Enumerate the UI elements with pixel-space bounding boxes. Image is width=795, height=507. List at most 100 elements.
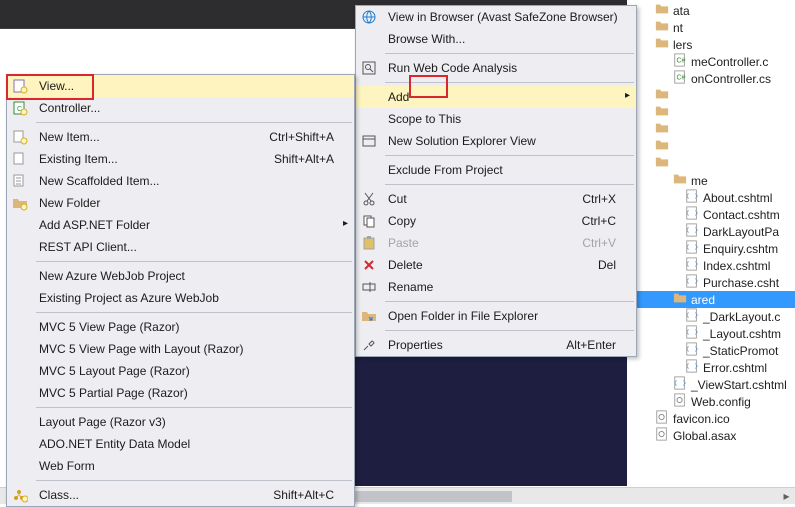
folder-icon (655, 2, 669, 19)
explorer-item[interactable]: About.cshtml (627, 189, 795, 206)
explorer-item[interactable]: _ViewStart.cshtml (627, 376, 795, 393)
folder-icon (655, 138, 669, 155)
menu-item-label: New Scaffolded Item... (39, 174, 334, 188)
menu-item-existing-project-as-azure-webjob[interactable]: Existing Project as Azure WebJob (7, 287, 354, 309)
explorer-item[interactable]: me (627, 172, 795, 189)
explorer-item-label: DarkLayoutPa (703, 225, 779, 239)
html-icon (673, 376, 687, 393)
explorer-item[interactable]: Index.cshtml (627, 257, 795, 274)
menu-item-new-solution-explorer-view[interactable]: New Solution Explorer View (356, 130, 636, 152)
menu-item-label: Controller... (39, 101, 334, 115)
explorer-item-label: onController.cs (691, 72, 771, 86)
menu-item-delete[interactable]: DeleteDel (356, 254, 636, 276)
explorer-item-label: _DarkLayout.c (703, 310, 780, 324)
add-submenu: View... C Controller... New Item...Ctrl+Shi… (6, 74, 355, 507)
explorer-item-label: ata (673, 4, 690, 18)
menu-item-run-web-code-analysis[interactable]: Run Web Code Analysis (356, 57, 636, 79)
menu-item-shortcut: Ctrl+C (582, 214, 616, 228)
explorer-item[interactable]: Error.cshtml (627, 359, 795, 376)
explorer-item[interactable]: Enquiry.cshtm (627, 240, 795, 257)
explorer-item[interactable]: _Layout.cshtm (627, 325, 795, 342)
explorer-item[interactable]: favicon.ico (627, 410, 795, 427)
explorer-item[interactable]: nt (627, 19, 795, 36)
menu-item-class[interactable]: Class...Shift+Alt+C (7, 484, 354, 506)
scroll-right-button[interactable]: ▸ (778, 488, 795, 505)
html-icon (685, 240, 699, 257)
menu-item-scope-to-this[interactable]: Scope to This (356, 108, 636, 130)
explorer-item[interactable] (627, 121, 795, 138)
menu-item-label: MVC 5 Partial Page (Razor) (39, 386, 334, 400)
menu-item-new-scaffolded-item[interactable]: New Scaffolded Item... (7, 170, 354, 192)
menu-item-open-folder-in-file-explorer[interactable]: Open Folder in File Explorer (356, 305, 636, 327)
menu-item-view[interactable]: View... (7, 75, 354, 97)
menu-item-label: New Item... (39, 130, 245, 144)
menu-item-rename[interactable]: Rename (356, 276, 636, 298)
menu-item-exclude-from-project[interactable]: Exclude From Project (356, 159, 636, 181)
html-icon (685, 206, 699, 223)
menu-item-label: View... (39, 79, 334, 93)
explorer-item[interactable]: ared (627, 291, 795, 308)
menu-item-ado-net-entity-data-model[interactable]: ADO.NET Entity Data Model (7, 433, 354, 455)
explorer-item[interactable]: C#onController.cs (627, 70, 795, 87)
menu-item-label: Rename (388, 280, 616, 294)
explorer-item-label: _StaticPromot (703, 344, 778, 358)
controller-icon: C (12, 100, 28, 116)
menu-item-web-form[interactable]: Web Form (7, 455, 354, 477)
menu-item-new-azure-webjob-project[interactable]: New Azure WebJob Project (7, 265, 354, 287)
menu-item-paste: PasteCtrl+V (356, 232, 636, 254)
menu-item-label: New Solution Explorer View (388, 134, 616, 148)
explorer-item[interactable]: Global.asax (627, 427, 795, 444)
menu-item-shortcut: Ctrl+X (582, 192, 616, 206)
class-icon (12, 487, 28, 503)
html-icon (685, 359, 699, 376)
html-icon (685, 342, 699, 359)
explorer-item[interactable] (627, 155, 795, 172)
copy-icon (361, 213, 377, 229)
explorer-item[interactable]: lers (627, 36, 795, 53)
explorer-item[interactable] (627, 138, 795, 155)
explorer-item[interactable]: DarkLayoutPa (627, 223, 795, 240)
menu-item-browse-with[interactable]: Browse With... (356, 28, 636, 50)
cut-icon (361, 191, 377, 207)
folder-icon (655, 19, 669, 36)
menu-item-label: MVC 5 View Page with Layout (Razor) (39, 342, 334, 356)
menu-item-controller[interactable]: C Controller... (7, 97, 354, 119)
menu-item-copy[interactable]: CopyCtrl+C (356, 210, 636, 232)
menu-item-mvc-5-view-page-razor[interactable]: MVC 5 View Page (Razor) (7, 316, 354, 338)
menu-item-new-folder[interactable]: New Folder (7, 192, 354, 214)
explorer-item[interactable]: Web.config (627, 393, 795, 410)
menu-item-label: New Folder (39, 196, 334, 210)
config-icon (655, 410, 669, 427)
explorer-item[interactable] (627, 104, 795, 121)
menu-item-add-asp-net-folder[interactable]: Add ASP.NET Folder▸ (7, 214, 354, 236)
menu-item-existing-item[interactable]: Existing Item...Shift+Alt+A (7, 148, 354, 170)
explorer-item[interactable]: ata (627, 2, 795, 19)
cs-icon: C# (673, 53, 687, 70)
explorer-item[interactable] (627, 87, 795, 104)
menu-item-mvc-5-partial-page-razor[interactable]: MVC 5 Partial Page (Razor) (7, 382, 354, 404)
config-icon (673, 393, 687, 410)
menu-item-properties[interactable]: PropertiesAlt+Enter (356, 334, 636, 356)
menu-item-label: Browse With... (388, 32, 616, 46)
explorer-item[interactable]: _StaticPromot (627, 342, 795, 359)
explorer-item[interactable]: _DarkLayout.c (627, 308, 795, 325)
menu-item-mvc-5-view-page-with-layout-razor[interactable]: MVC 5 View Page with Layout (Razor) (7, 338, 354, 360)
menu-item-label: Layout Page (Razor v3) (39, 415, 334, 429)
menu-item-add[interactable]: Add▸ (356, 86, 636, 108)
menu-item-view-in-browser-avast-safezone-browser[interactable]: View in Browser (Avast SafeZone Browser) (356, 6, 636, 28)
explorer-item[interactable]: C#meController.c (627, 53, 795, 70)
menu-item-label: Run Web Code Analysis (388, 61, 616, 75)
html-icon (685, 308, 699, 325)
menu-item-layout-page-razor-v3[interactable]: Layout Page (Razor v3) (7, 411, 354, 433)
menu-item-rest-api-client[interactable]: REST API Client... (7, 236, 354, 258)
menu-item-mvc-5-layout-page-razor[interactable]: MVC 5 Layout Page (Razor) (7, 360, 354, 382)
menu-item-new-item[interactable]: New Item...Ctrl+Shift+A (7, 126, 354, 148)
explorer-item[interactable]: Contact.cshtm (627, 206, 795, 223)
view-icon (12, 78, 28, 94)
folder-icon (673, 291, 687, 308)
menu-item-cut[interactable]: CutCtrl+X (356, 188, 636, 210)
menu-item-label: Add ASP.NET Folder (39, 218, 334, 232)
explorer-item-label: nt (673, 21, 683, 35)
menu-item-shortcut: Alt+Enter (566, 338, 616, 352)
explorer-item[interactable]: Purchase.csht (627, 274, 795, 291)
